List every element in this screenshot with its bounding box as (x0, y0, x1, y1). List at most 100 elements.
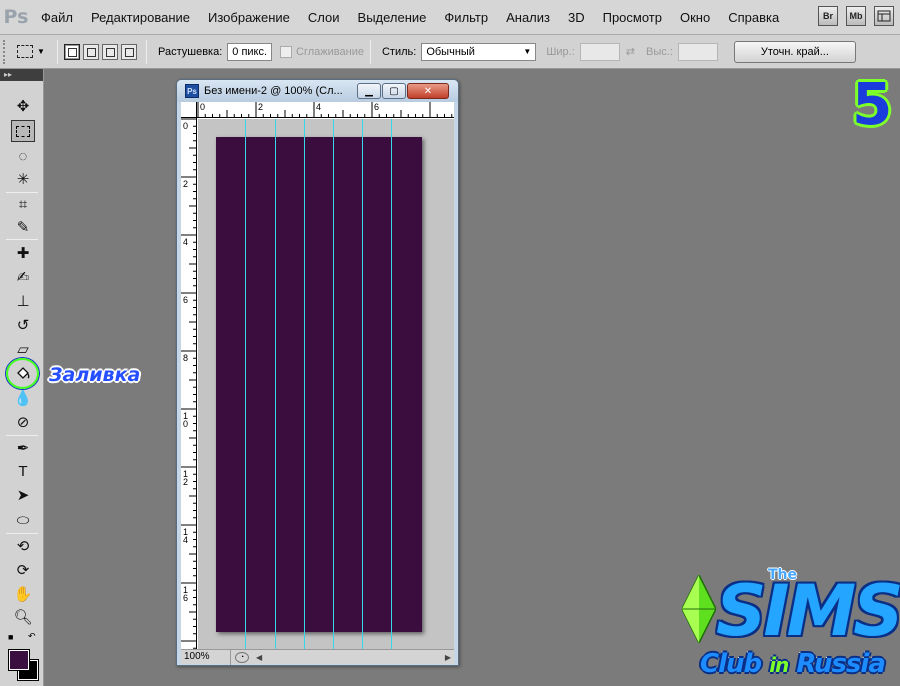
lasso-tool-icon[interactable]: ◌ (11, 145, 35, 167)
ruler-v-label: 0 (183, 121, 189, 131)
document-statusbar: 100% ◔ ◀ ▶ (181, 649, 454, 665)
hand-tool-icon[interactable]: ✋ (11, 583, 35, 605)
ruler-h-label: 0 (200, 102, 206, 112)
photoshop-doc-icon: Ps (185, 84, 199, 98)
3d-orbit-tool-icon[interactable]: ⟳ (11, 559, 35, 581)
mini-bridge-button[interactable]: Mb (846, 6, 866, 26)
maximize-button[interactable]: ▢ (382, 83, 406, 99)
view-extras-button[interactable] (874, 6, 894, 26)
menu-select[interactable]: Выделение (349, 0, 436, 35)
magic-wand-tool-icon[interactable]: ✳ (11, 168, 35, 190)
document-titlebar[interactable]: Ps Без имени-2 @ 100% (Сл... ▁ ▢ ✕ (177, 80, 458, 102)
ruler-v-label: 16 (183, 585, 189, 603)
new-selection-button[interactable] (64, 43, 80, 60)
app-bar-buttons: Br Mb (818, 6, 894, 26)
status-info-icon[interactable]: ◔ (235, 651, 249, 663)
vertical-guide[interactable] (391, 119, 392, 649)
document-content: 0 2 4 6 0 2 4 6 8 10 12 14 16 100% ◔ ◀ ▶ (181, 102, 454, 665)
close-icon: ✕ (423, 85, 433, 97)
ellipse-tool-icon[interactable]: ⬭ (11, 509, 35, 531)
menu-3d[interactable]: 3D (559, 0, 594, 35)
feather-input[interactable]: 0 пикс. (227, 42, 273, 61)
horizontal-ruler[interactable]: 0 2 4 6 (197, 102, 454, 118)
menu-layers[interactable]: Слои (299, 0, 349, 35)
tool-preset-picker[interactable]: ▼ (11, 41, 51, 63)
minimize-button[interactable]: ▁ (357, 83, 381, 99)
watermark-club-in-russia: Club in Russia (700, 649, 886, 680)
crop-tool-icon[interactable]: ⌗ (11, 193, 35, 215)
type-tool-icon[interactable]: T (11, 460, 35, 482)
ruler-origin[interactable] (181, 102, 197, 118)
spot-healing-tool-icon[interactable]: ✚ (11, 242, 35, 264)
dodge-tool-icon[interactable]: ⊘ (11, 411, 35, 433)
eraser-tool-icon[interactable]: ▱ (11, 338, 35, 360)
vertical-guide[interactable] (245, 119, 246, 649)
add-to-selection-button[interactable] (83, 43, 99, 60)
style-label: Стиль: (381, 45, 417, 58)
ruler-v-label: 14 (183, 527, 189, 545)
photoshop-logo: Ps (3, 6, 29, 28)
bridge-button[interactable]: Br (818, 6, 838, 26)
canvas-pasteboard[interactable] (198, 119, 454, 649)
clone-stamp-tool-icon[interactable]: ⊥ (11, 290, 35, 312)
menu-analysis[interactable]: Анализ (497, 0, 559, 35)
menu-file[interactable]: Файл (32, 0, 82, 35)
zoom-tool-icon[interactable]: 🔍︎ (11, 606, 35, 628)
swap-icon[interactable]: ⇄ (626, 45, 635, 58)
ruler-ticks (181, 118, 196, 649)
vertical-guide[interactable] (275, 119, 276, 649)
document-window: Ps Без имени-2 @ 100% (Сл... ▁ ▢ ✕ 0 2 4… (176, 79, 459, 666)
separator (6, 239, 38, 240)
height-input[interactable] (677, 42, 718, 61)
sims-club-watermark: The SIMS Club in Russia (676, 563, 900, 686)
move-tool-icon[interactable]: ✥ (11, 95, 35, 117)
menu-help[interactable]: Справка (719, 0, 788, 35)
width-input[interactable] (579, 42, 620, 61)
menu-view[interactable]: Просмотр (594, 0, 671, 35)
menu-window[interactable]: Окно (671, 0, 719, 35)
close-button[interactable]: ✕ (407, 83, 449, 99)
view-extras-icon (877, 10, 891, 22)
default-colors-icon[interactable]: ■ (8, 632, 13, 642)
ruler-h-label: 4 (316, 102, 322, 112)
fill-callout-label: Заливка (49, 364, 141, 386)
horizontal-scrollbar[interactable]: ◀ ▶ (253, 651, 454, 664)
height-label: Выс.: (646, 45, 673, 58)
style-select[interactable]: Обычный ▼ (421, 42, 537, 61)
zoom-level-field[interactable]: 100% (181, 649, 231, 665)
watermark-sims: SIMS (716, 570, 900, 652)
menu-filter[interactable]: Фильтр (435, 0, 497, 35)
3d-rotate-tool-icon[interactable]: ⟲ (11, 535, 35, 557)
path-selection-tool-icon[interactable]: ➤ (11, 484, 35, 506)
ruler-v-label: 12 (183, 469, 189, 487)
vertical-guide[interactable] (333, 119, 334, 649)
antialias-checkbox[interactable] (280, 45, 293, 58)
foreground-color-swatch[interactable] (8, 649, 30, 671)
menu-edit[interactable]: Редактирование (82, 0, 199, 35)
watermark-club: Club (700, 649, 762, 679)
vertical-guide[interactable] (362, 119, 363, 649)
marquee-icon (17, 45, 34, 58)
refine-edge-button[interactable]: Уточн. край... (733, 40, 856, 63)
intersect-selection-button[interactable] (121, 43, 137, 60)
ruler-v-label: 6 (183, 295, 189, 305)
options-grip[interactable] (3, 39, 11, 64)
tools-panel-header[interactable]: ▸▸ (0, 69, 43, 81)
separator (57, 39, 58, 64)
scroll-right-icon[interactable]: ▶ (445, 653, 451, 662)
blur-tool-icon[interactable]: 💧 (11, 387, 35, 409)
ruler-v-label: 2 (183, 179, 189, 189)
feather-label: Растушевка: (158, 45, 223, 58)
eyedropper-tool-icon[interactable]: ✎ (11, 216, 35, 238)
ruler-v-label: 8 (183, 353, 189, 363)
swap-colors-icon[interactable]: ↶ (28, 631, 36, 642)
subtract-from-selection-button[interactable] (102, 43, 118, 60)
history-brush-tool-icon[interactable]: ↺ (11, 314, 35, 336)
menu-image[interactable]: Изображение (199, 0, 299, 35)
rectangular-marquee-tool-icon[interactable] (11, 120, 35, 142)
pen-tool-icon[interactable]: ✒ (11, 437, 35, 459)
brush-tool-icon[interactable]: ✍ (11, 266, 35, 288)
vertical-ruler[interactable]: 0 2 4 6 8 10 12 14 16 (181, 118, 197, 649)
scroll-left-icon[interactable]: ◀ (256, 653, 262, 662)
vertical-guide[interactable] (304, 119, 305, 649)
